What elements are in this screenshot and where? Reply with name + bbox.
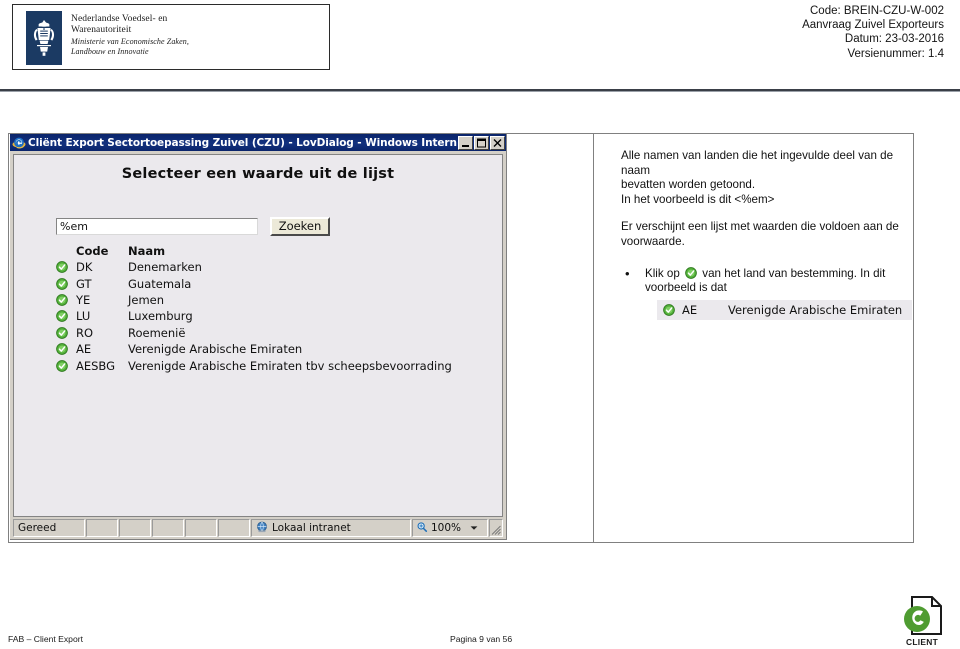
cell-naam: Denemarken	[128, 260, 202, 275]
cell-code: LU	[76, 309, 91, 324]
green-check-circle-icon	[685, 266, 697, 279]
chevron-down-icon[interactable]	[470, 522, 478, 534]
status-text: Gereed	[13, 519, 85, 537]
cell-code: YE	[76, 292, 91, 307]
statusbar-segment	[86, 519, 118, 537]
document-footer: FAB – Client Export Pagina 9 van 56 CLIE…	[0, 589, 960, 649]
organization-logo-box: Nederlandse Voedsel- en Warenautoriteit …	[12, 4, 330, 70]
footer-left-text: FAB – Client Export	[8, 634, 83, 644]
green-check-circle-icon[interactable]	[56, 261, 74, 274]
meta-subject: Aanvraag Zuivel Exporteurs	[802, 19, 944, 32]
window-titlebar[interactable]: Cliënt Export Sectortoepassing Zuivel (C…	[10, 134, 506, 151]
cell-naam: Jemen	[128, 292, 165, 307]
table-row[interactable]: AESBG Verenigde Arabische Emiraten tbv s…	[56, 357, 452, 373]
cell-naam: Guatemala	[128, 276, 192, 291]
bullet-text-after: van het land van bestemming. In dit	[702, 266, 886, 280]
close-icon[interactable]	[490, 135, 505, 150]
green-check-circle-icon[interactable]	[56, 343, 74, 355]
annotation-column: Alle namen van landen die het ingevulde …	[603, 134, 913, 542]
statusbar-segment	[152, 519, 184, 537]
column-header-code: Code	[76, 244, 109, 258]
window-title: Cliënt Export Sectortoepassing Zuivel (C…	[28, 136, 457, 149]
table-row[interactable]: AE Verenigde Arabische Emiraten	[56, 341, 452, 357]
table-row[interactable]: DK Denemarken	[56, 259, 452, 275]
table-row[interactable]: LU Luxemburg	[56, 308, 452, 324]
cell-code: AE	[76, 342, 92, 357]
content-table: Cliënt Export Sectortoepassing Zuivel (C…	[8, 133, 914, 543]
header-divider	[0, 89, 960, 92]
document-header: Nederlandse Voedsel- en Warenautoriteit …	[0, 0, 960, 92]
column-header-naam: Naam	[128, 244, 166, 258]
cell-code: DK	[76, 260, 93, 275]
green-check-circle-icon	[663, 304, 675, 316]
minimize-icon[interactable]	[458, 135, 473, 150]
meta-version: Versienummer: 1.4	[847, 47, 944, 60]
bullet-content: Klik op van het land van bestemming. In …	[645, 266, 913, 321]
footer-page-number: Pagina 9 van 56	[450, 634, 513, 644]
magnifier-icon	[416, 521, 428, 536]
zoom-level-label: 100%	[431, 522, 462, 534]
internet-explorer-window[interactable]: Cliënt Export Sectortoepassing Zuivel (C…	[10, 134, 507, 540]
cell-code: AESBG	[76, 358, 116, 373]
lov-dialog-heading: Selecteer een waarde uit de lijst	[121, 166, 395, 182]
organization-name: Nederlandse Voedsel- en Warenautoriteit …	[71, 14, 321, 57]
security-zone[interactable]: Lokaal intranet	[251, 519, 411, 537]
cell-code: RO	[76, 325, 94, 340]
org-line-1: Nederlandse Voedsel- en	[71, 14, 168, 24]
example-selected-row: AE Verenigde Arabische Emiraten	[657, 299, 913, 321]
table-row[interactable]: RO Roemenië	[56, 325, 452, 341]
search-input[interactable]: %em	[56, 218, 258, 235]
column-divider	[593, 134, 594, 542]
note-paragraph-1-line-1: Alle namen van landen die het ingevulde …	[621, 149, 894, 177]
example-code: AE	[682, 302, 698, 317]
org-line-3: Ministerie van Economische Zaken,	[71, 37, 189, 46]
cell-naam: Roemenië	[128, 325, 186, 340]
intranet-globe-icon	[256, 521, 268, 536]
note-paragraph-1-line-3: In het voorbeeld is dit <%em>	[621, 192, 775, 206]
example-naam: Verenigde Arabische Emiraten	[728, 302, 903, 317]
table-header-row: Code Naam	[56, 243, 452, 259]
internet-explorer-icon	[12, 136, 26, 150]
note-paragraph-2-line-2: voorwaarde.	[621, 234, 685, 248]
green-check-circle-icon[interactable]	[56, 310, 74, 323]
resize-grip-icon[interactable]	[489, 519, 503, 537]
note-paragraph-1-line-2: bevatten worden getoond.	[621, 178, 756, 192]
statusbar-segment	[218, 519, 250, 537]
meta-code: Code: BREIN-CZU-W-002	[810, 5, 944, 17]
search-row: %em Zoeken	[56, 217, 330, 236]
dutch-royal-crest-icon	[26, 11, 62, 65]
search-button[interactable]: Zoeken	[270, 217, 330, 236]
lov-results-table: Code Naam DK Denemarken GT Guatemala YE …	[56, 243, 452, 374]
security-zone-label: Lokaal intranet	[272, 522, 351, 534]
table-row[interactable]: GT Guatemala	[56, 275, 452, 291]
document-metadata: Code: BREIN-CZU-W-002 Aanvraag Zuivel Ex…	[802, 4, 944, 61]
window-statusbar: Gereed Lokaal intranet 100%	[13, 519, 503, 537]
cell-naam: Luxemburg	[128, 309, 193, 324]
note-paragraph-2-line-1: Er verschijnt een lijst met waarden die …	[621, 220, 899, 234]
green-check-circle-icon[interactable]	[56, 277, 74, 290]
cell-naam: Verenigde Arabische Emiraten	[128, 342, 303, 357]
table-row[interactable]: YE Jemen	[56, 292, 452, 308]
lov-dialog-content: Selecteer een waarde uit de lijst %em Zo…	[13, 154, 503, 517]
statusbar-segment	[185, 519, 217, 537]
green-check-circle-icon[interactable]	[56, 359, 74, 372]
bullet-text-line-2: voorbeeld is dat	[645, 281, 727, 295]
green-check-circle-icon[interactable]	[56, 294, 74, 306]
green-check-circle-icon[interactable]	[56, 326, 74, 339]
note-bullet-item: • Klik op van het land van bestemming. I…	[621, 265, 913, 321]
meta-date: Datum: 23-03-2016	[844, 33, 944, 46]
org-line-2: Warenautoriteit	[71, 24, 132, 35]
org-line-4: Landbouw en Innovatie	[71, 47, 149, 56]
bullet-text-before: Klik op	[645, 266, 680, 280]
maximize-icon[interactable]	[474, 135, 489, 150]
bullet-marker: •	[625, 265, 630, 281]
statusbar-segment	[119, 519, 151, 537]
zoom-control[interactable]: 100%	[412, 519, 488, 537]
client-logo-label: CLIENT	[905, 637, 939, 647]
cell-naam: Verenigde Arabische Emiraten tbv scheeps…	[128, 358, 452, 373]
cell-code: GT	[76, 276, 92, 291]
